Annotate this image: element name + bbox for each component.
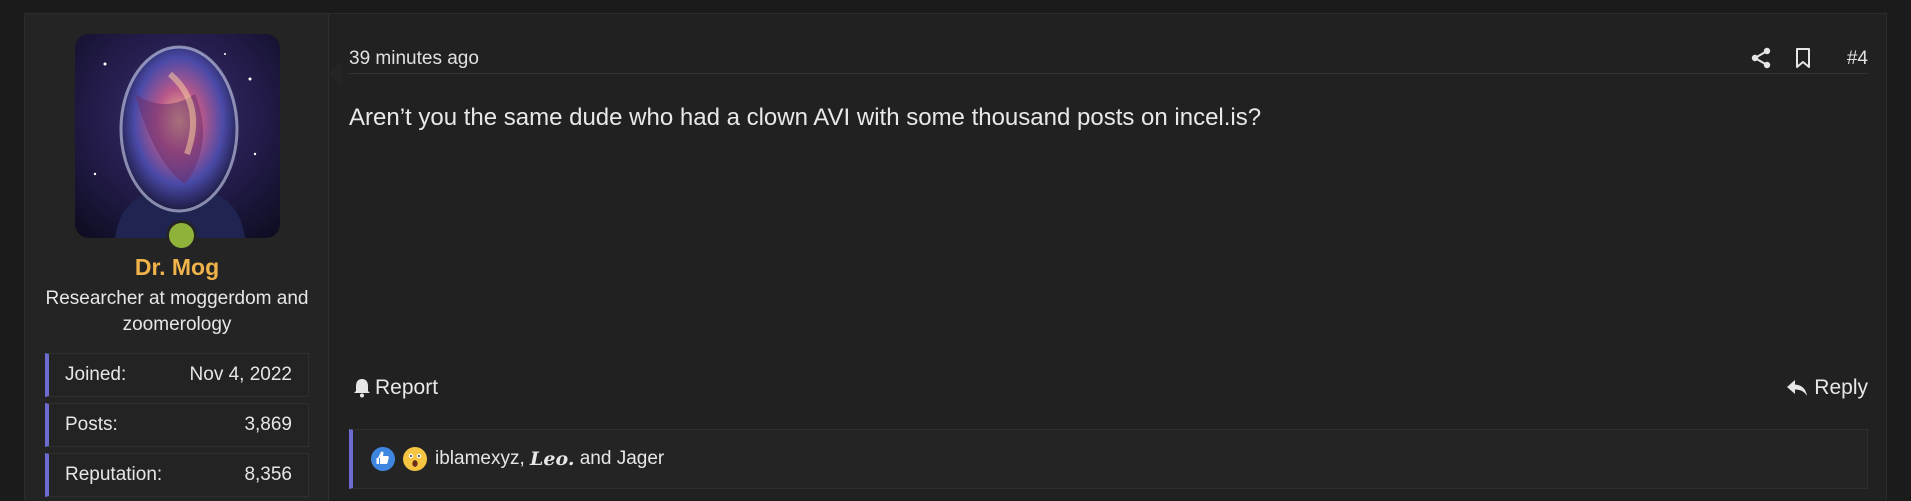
- user-avatar[interactable]: [75, 34, 280, 238]
- stat-reputation: Reputation: 8,356: [45, 453, 309, 497]
- user-title: Researcher at moggerdom and zoomerology: [45, 288, 309, 335]
- message-pointer-arrow: [328, 62, 342, 86]
- reply-arrow-icon: [1787, 380, 1808, 396]
- username[interactable]: Dr. Mog: [25, 254, 329, 281]
- wow-icon: [403, 447, 427, 471]
- stat-value: 8,356: [244, 464, 292, 485]
- reply-label: Reply: [1814, 376, 1868, 399]
- stat-value: 3,869: [244, 414, 292, 435]
- galaxy-head-avatar-image: [75, 34, 280, 238]
- post-number[interactable]: #4: [1847, 48, 1868, 70]
- report-button[interactable]: Report: [353, 376, 438, 400]
- reactor-name[interactable]: Jager: [617, 448, 665, 470]
- reactor-separator: ,: [519, 448, 525, 469]
- stat-joined: Joined: Nov 4, 2022: [45, 353, 309, 397]
- reactor-name[interactable]: Leo.: [530, 448, 574, 470]
- stat-posts: Posts: 3,869: [45, 403, 309, 447]
- stat-label: Reputation:: [65, 464, 163, 485]
- message-column: 39 minutes ago #4 Aren’t you the same du…: [349, 14, 1868, 501]
- message-header: 39 minutes ago #4: [349, 33, 1868, 74]
- post-timestamp[interactable]: 39 minutes ago: [349, 48, 479, 70]
- like-icon: [371, 447, 395, 471]
- reactor-name[interactable]: iblamexyz: [435, 448, 519, 470]
- reply-button[interactable]: Reply: [1786, 376, 1868, 400]
- reactions-bar[interactable]: iblamexyz, Leo. and Jager: [349, 429, 1868, 489]
- report-label: Report: [375, 376, 439, 399]
- stat-label: Posts:: [65, 414, 118, 435]
- bell-icon: [354, 379, 370, 398]
- share-icon[interactable]: [1750, 47, 1772, 69]
- bookmark-icon[interactable]: [1792, 47, 1814, 69]
- post-container: Dr. Mog Researcher at moggerdom and zoom…: [24, 13, 1887, 501]
- reactor-conjunction: and: [579, 448, 612, 469]
- message-body: Aren’t you the same dude who had a clown…: [349, 104, 1262, 131]
- online-status-indicator: [166, 220, 197, 251]
- user-info-panel: Dr. Mog Researcher at moggerdom and zoom…: [25, 14, 329, 501]
- stat-label: Joined:: [65, 364, 127, 385]
- stat-value: Nov 4, 2022: [189, 364, 292, 385]
